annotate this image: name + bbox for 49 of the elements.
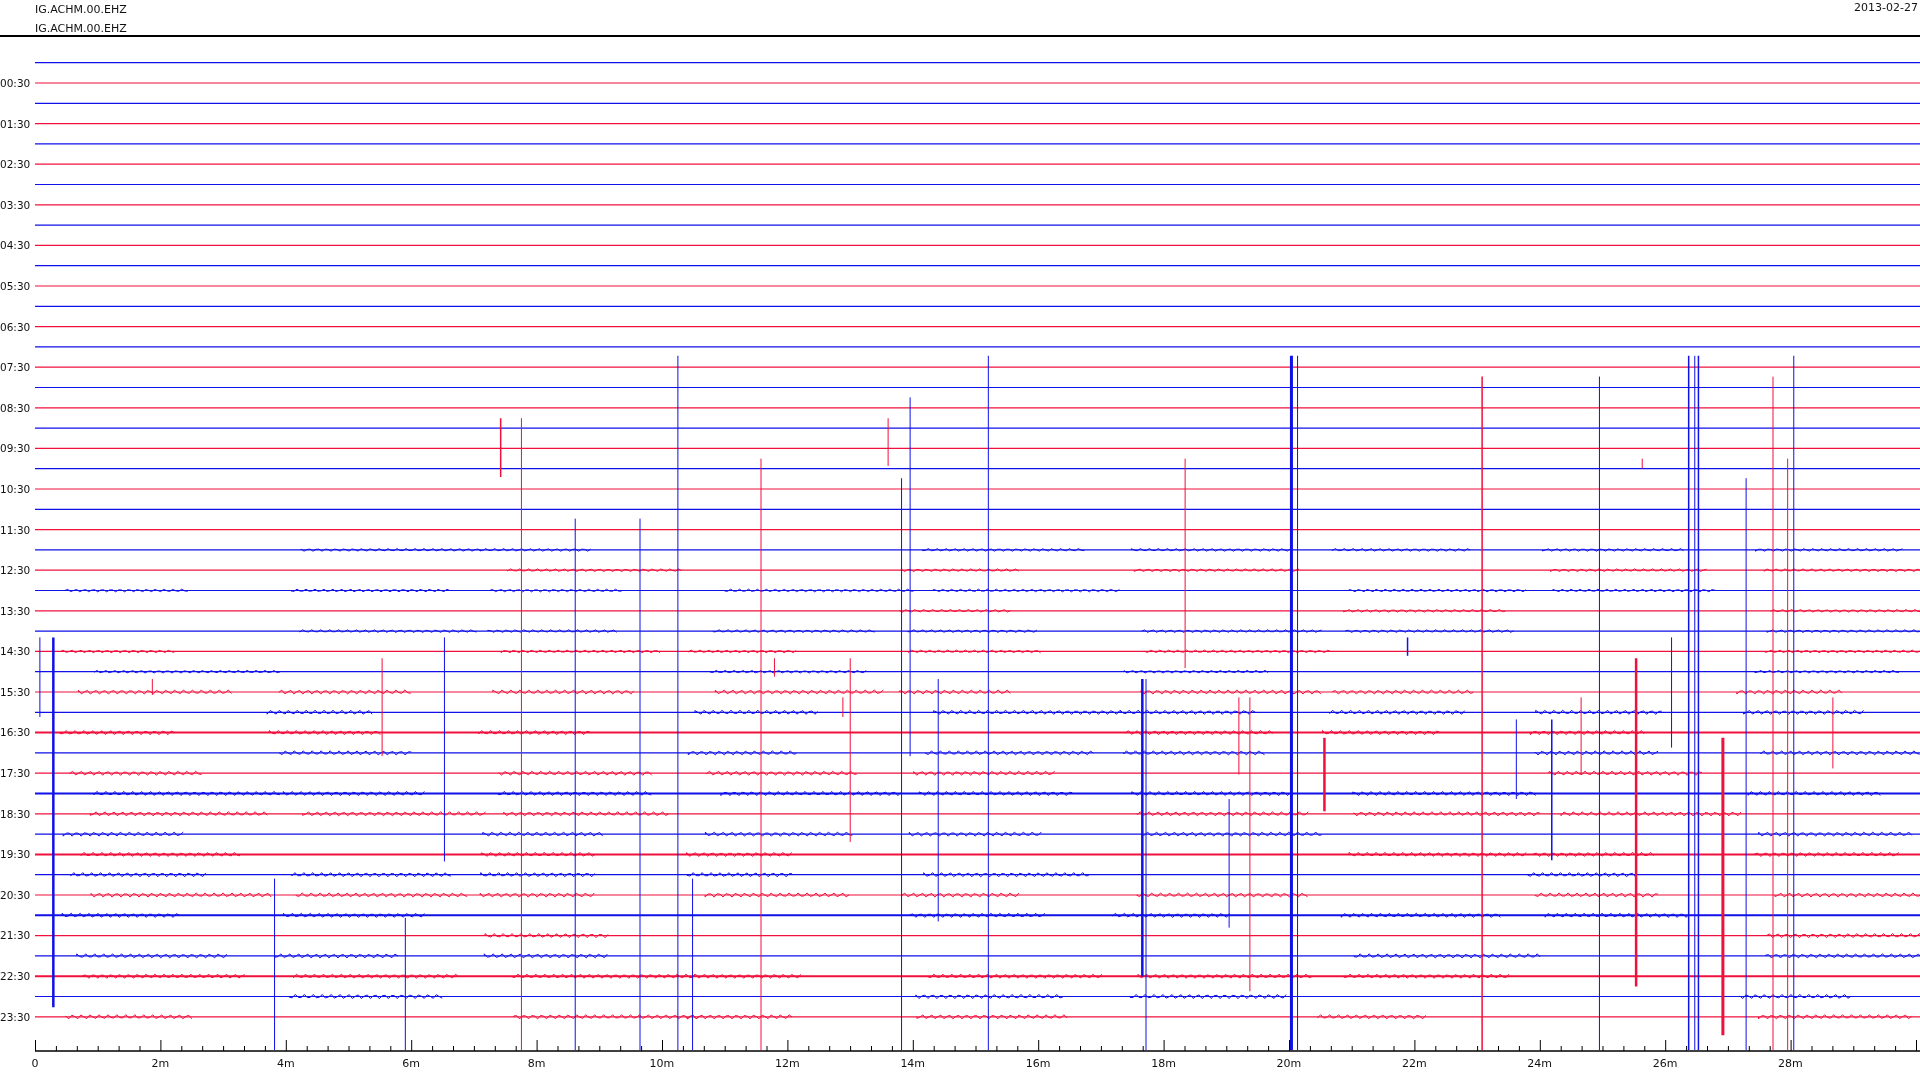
axis-label: 26m [1652,1056,1678,1070]
axis-label: 18m [1151,1056,1176,1070]
spike-line [499,417,502,478]
time-label: 06:30 [0,320,31,333]
axis-label: 24m [1527,1056,1553,1070]
time-label: 14:30 [0,645,31,658]
time-label: 05:30 [0,279,31,292]
time-label: 13:30 [0,604,31,617]
axis-label: 20m [1276,1056,1302,1070]
axis-label: 16m [1025,1056,1051,1070]
time-label: 19:30 [0,848,31,861]
time-label: 01:30 [0,117,31,130]
time-label: 17:30 [0,767,31,780]
time-label: 08:30 [0,401,31,414]
time-label: 21:30 [0,929,31,942]
axis-label: 0 [31,1056,39,1070]
axis-label: 28m [1778,1056,1803,1070]
spike-line [1406,636,1409,657]
station-title: IG.ACHM.00.EHZ [35,2,127,18]
spike-line [151,678,153,696]
axis-label: 6m [402,1056,421,1070]
axis-label: 10m [649,1056,675,1070]
time-label: 11:30 [0,523,31,536]
time-label: 03:30 [0,198,31,211]
spike-line [1641,458,1643,469]
time-label: 23:30 [0,1010,31,1023]
time-label: 12:30 [0,564,31,577]
time-label: 04:30 [0,239,31,252]
time-label: 00:30 [0,77,31,89]
time-label: 07:30 [0,361,31,374]
time-label: 09:30 [0,442,31,455]
date-label: 2013-02-27 [1854,0,1919,16]
time-label: 18:30 [0,807,31,820]
axis-label: 22m [1401,1056,1427,1070]
axis-label: 8m [527,1056,546,1070]
spike-line [773,657,775,678]
spike-line [887,417,889,467]
spike-line [842,696,844,718]
time-label: 20:30 [0,888,31,901]
time-label: 10:30 [0,482,31,495]
axis-label: 12m [775,1056,800,1070]
time-label: 22:30 [0,970,31,983]
axis-label: 4m [276,1056,295,1070]
axis-label: 14m [900,1056,926,1070]
time-label: 16:30 [0,726,31,739]
time-label: 15:30 [0,685,31,698]
axis-label: 2m [151,1056,170,1070]
time-label: 02:30 [0,158,31,171]
station-title: IG.ACHM.00.EHZ [35,21,127,37]
